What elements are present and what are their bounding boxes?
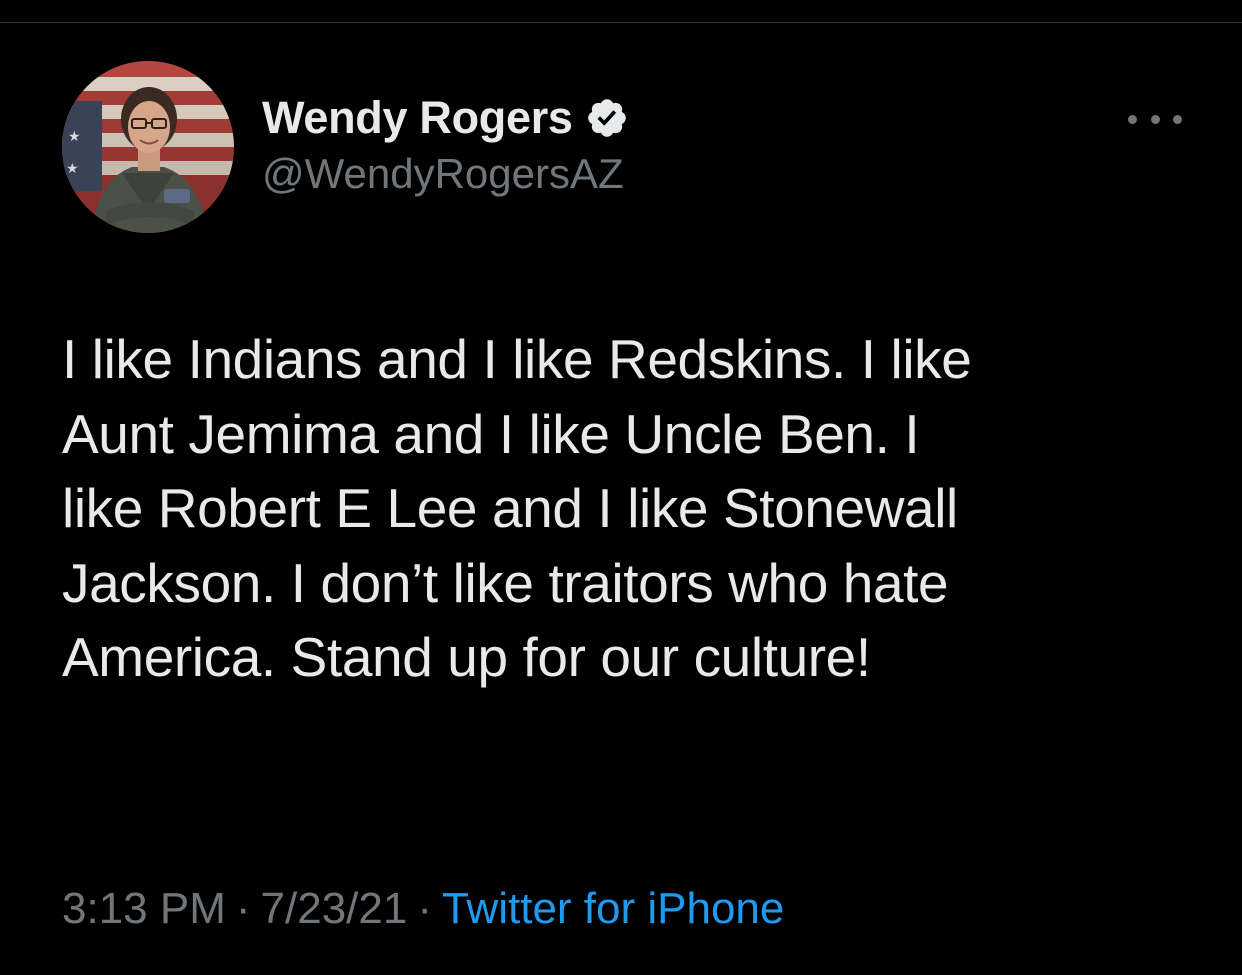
author-name-row[interactable]: Wendy Rogers	[262, 88, 629, 148]
svg-text:★: ★	[68, 129, 81, 145]
tweet-text-line: Jackson. I don’t like traitors who hate	[62, 551, 949, 614]
tweet-text-line: like Robert E Lee and I like Stonewall	[62, 477, 958, 539]
tweet-text-line: Aunt Jemima and I like Uncle Ben. I	[62, 402, 920, 465]
verified-badge-icon	[585, 96, 629, 140]
tweet-date[interactable]: 7/23/21	[261, 884, 408, 934]
author-display-name[interactable]: Wendy Rogers	[262, 92, 573, 144]
profile-photo-icon: ★ ★	[62, 61, 234, 233]
top-divider	[0, 22, 1242, 23]
more-options-icon	[1173, 114, 1182, 124]
tweet-text-line: America. Stand up for our culture!	[62, 626, 871, 688]
svg-text:★: ★	[66, 161, 79, 177]
more-options-icon	[1128, 114, 1137, 124]
tweet-text: I like Indians and I like Redskins. I li…	[62, 322, 1192, 695]
tweet-text-line: I like Indians and I like Redskins. I li…	[62, 328, 972, 390]
more-options-button[interactable]	[1128, 104, 1182, 134]
tweet-time[interactable]: 3:13 PM	[62, 884, 226, 934]
meta-separator: ·	[417, 884, 432, 933]
author-handle[interactable]: @WendyRogersAZ	[262, 150, 624, 198]
meta-separator: ·	[235, 884, 251, 933]
more-options-icon	[1150, 114, 1160, 124]
avatar[interactable]: ★ ★	[62, 61, 234, 233]
tweet-meta: 3:13 PM · 7/23/21 · Twitter for iPhone	[62, 884, 784, 934]
tweet-source-link[interactable]: Twitter for iPhone	[442, 884, 784, 934]
